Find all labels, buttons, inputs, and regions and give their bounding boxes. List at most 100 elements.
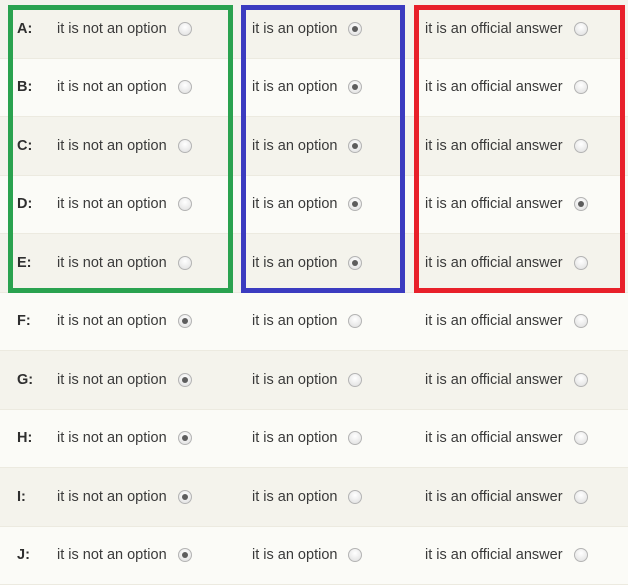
- matrix-row: B: it is not an option it is an option it i…: [0, 58, 628, 117]
- radio-button-col-official-answer[interactable]: [573, 431, 588, 446]
- matrix-row: E: it is not an option it is an option it i…: [0, 234, 628, 293]
- radio-button-col-not-an-option[interactable]: [177, 80, 192, 95]
- matrix-cell-col-an-option[interactable]: it is an option: [240, 351, 413, 409]
- radio-button-col-official-answer[interactable]: [573, 138, 588, 153]
- option-label: it is an option: [252, 547, 338, 564]
- option-label: it is an option: [252, 371, 338, 388]
- matrix-cell-col-an-option[interactable]: it is an option: [240, 176, 413, 234]
- matrix-cell-col-not-an-option[interactable]: A: it is not an option: [0, 0, 240, 58]
- radio-button-col-not-an-option[interactable]: [177, 138, 192, 153]
- row-label: G:: [17, 371, 34, 388]
- radio-button-col-an-option[interactable]: [348, 431, 363, 446]
- option-label: it is not an option: [57, 20, 167, 37]
- matrix-cell-col-an-option[interactable]: it is an option: [240, 117, 413, 175]
- matrix-cell-col-not-an-option[interactable]: B: it is not an option: [0, 59, 240, 117]
- matrix-cell-col-not-an-option[interactable]: I: it is not an option: [0, 468, 240, 526]
- matrix-row: H: it is not an option it is an option it i…: [0, 409, 628, 468]
- radio-button-col-an-option[interactable]: [348, 255, 363, 270]
- radio-button-col-not-an-option[interactable]: [177, 21, 192, 36]
- option-label: it is an option: [252, 430, 338, 447]
- radio-button-col-official-answer[interactable]: [573, 314, 588, 329]
- radio-button-col-an-option[interactable]: [348, 197, 363, 212]
- radio-button-col-an-option[interactable]: [348, 21, 363, 36]
- row-label: J:: [17, 547, 30, 564]
- matrix-cell-col-official-answer[interactable]: it is an official answer: [413, 351, 628, 409]
- matrix-cell-col-an-option[interactable]: it is an option: [240, 468, 413, 526]
- radio-button-col-an-option[interactable]: [348, 314, 363, 329]
- radio-button-col-official-answer[interactable]: [573, 548, 588, 563]
- matrix-cell-col-not-an-option[interactable]: E: it is not an option: [0, 234, 240, 292]
- matrix-cell-col-an-option[interactable]: it is an option: [240, 0, 413, 58]
- option-label: it is an official answer: [425, 488, 563, 505]
- matrix-cell-col-official-answer[interactable]: it is an official answer: [413, 59, 628, 117]
- radio-button-col-official-answer[interactable]: [573, 489, 588, 504]
- option-label: it is not an option: [57, 79, 167, 96]
- matrix-cell-col-not-an-option[interactable]: F: it is not an option: [0, 293, 240, 351]
- option-label: it is not an option: [57, 313, 167, 330]
- matrix-cell-col-not-an-option[interactable]: G: it is not an option: [0, 351, 240, 409]
- option-label: it is an official answer: [425, 79, 563, 96]
- radio-button-col-official-answer[interactable]: [573, 255, 588, 270]
- radio-button-col-official-answer[interactable]: [573, 80, 588, 95]
- row-label: E:: [17, 254, 32, 271]
- radio-button-col-an-option[interactable]: [348, 489, 363, 504]
- matrix-cell-col-official-answer[interactable]: it is an official answer: [413, 527, 628, 585]
- option-label: it is an option: [252, 79, 338, 96]
- radio-button-col-not-an-option[interactable]: [177, 197, 192, 212]
- option-label: it is not an option: [57, 254, 167, 271]
- radio-button-col-official-answer[interactable]: [573, 21, 588, 36]
- radio-button-col-an-option[interactable]: [348, 138, 363, 153]
- matrix-cell-col-an-option[interactable]: it is an option: [240, 234, 413, 292]
- option-label: it is not an option: [57, 430, 167, 447]
- option-label: it is an option: [252, 20, 338, 37]
- matrix-cell-col-official-answer[interactable]: it is an official answer: [413, 176, 628, 234]
- matrix-cell-col-not-an-option[interactable]: J: it is not an option: [0, 527, 240, 585]
- row-label: D:: [17, 196, 33, 213]
- row-label: C:: [17, 137, 33, 154]
- radio-button-col-not-an-option[interactable]: [177, 548, 192, 563]
- matrix-cell-col-official-answer[interactable]: it is an official answer: [413, 468, 628, 526]
- option-label: it is not an option: [57, 137, 167, 154]
- option-label: it is an option: [252, 254, 338, 271]
- radio-button-col-official-answer[interactable]: [573, 197, 588, 212]
- radio-button-col-official-answer[interactable]: [573, 372, 588, 387]
- option-label: it is an official answer: [425, 430, 563, 447]
- option-label: it is an official answer: [425, 137, 563, 154]
- matrix-row: G: it is not an option it is an option it i…: [0, 351, 628, 410]
- option-label: it is an option: [252, 137, 338, 154]
- radio-button-col-not-an-option[interactable]: [177, 431, 192, 446]
- matrix-cell-col-official-answer[interactable]: it is an official answer: [413, 117, 628, 175]
- radio-button-col-not-an-option[interactable]: [177, 255, 192, 270]
- matrix-row: F: it is not an option it is an option it i…: [0, 292, 628, 351]
- radio-button-col-an-option[interactable]: [348, 548, 363, 563]
- matrix-cell-col-official-answer[interactable]: it is an official answer: [413, 0, 628, 58]
- option-label: it is an option: [252, 313, 338, 330]
- radio-button-col-not-an-option[interactable]: [177, 314, 192, 329]
- row-label: A:: [17, 20, 33, 37]
- matrix-row: I: it is not an option it is an option it i…: [0, 468, 628, 527]
- option-label: it is an official answer: [425, 254, 563, 271]
- option-label: it is an official answer: [425, 371, 563, 388]
- matrix-cell-col-official-answer[interactable]: it is an official answer: [413, 293, 628, 351]
- matrix-cell-col-not-an-option[interactable]: D: it is not an option: [0, 176, 240, 234]
- matrix-cell-col-official-answer[interactable]: it is an official answer: [413, 410, 628, 468]
- matrix-cell-col-official-answer[interactable]: it is an official answer: [413, 234, 628, 292]
- radio-button-col-an-option[interactable]: [348, 372, 363, 387]
- option-label: it is not an option: [57, 196, 167, 213]
- option-label: it is not an option: [57, 488, 167, 505]
- radio-button-col-not-an-option[interactable]: [177, 372, 192, 387]
- matrix-cell-col-an-option[interactable]: it is an option: [240, 527, 413, 585]
- option-label: it is an official answer: [425, 313, 563, 330]
- radio-button-col-not-an-option[interactable]: [177, 489, 192, 504]
- option-label: it is an official answer: [425, 196, 563, 213]
- matrix-cell-col-an-option[interactable]: it is an option: [240, 410, 413, 468]
- matrix-row: C: it is not an option it is an option it i…: [0, 117, 628, 176]
- radio-button-col-an-option[interactable]: [348, 80, 363, 95]
- matrix-cell-col-not-an-option[interactable]: C: it is not an option: [0, 117, 240, 175]
- matrix-cell-col-an-option[interactable]: it is an option: [240, 59, 413, 117]
- option-label: it is not an option: [57, 547, 167, 564]
- matrix-cell-col-not-an-option[interactable]: H: it is not an option: [0, 410, 240, 468]
- matrix-row: A: it is not an option it is an option it i…: [0, 0, 628, 59]
- matrix-cell-col-an-option[interactable]: it is an option: [240, 293, 413, 351]
- option-label: it is an official answer: [425, 20, 563, 37]
